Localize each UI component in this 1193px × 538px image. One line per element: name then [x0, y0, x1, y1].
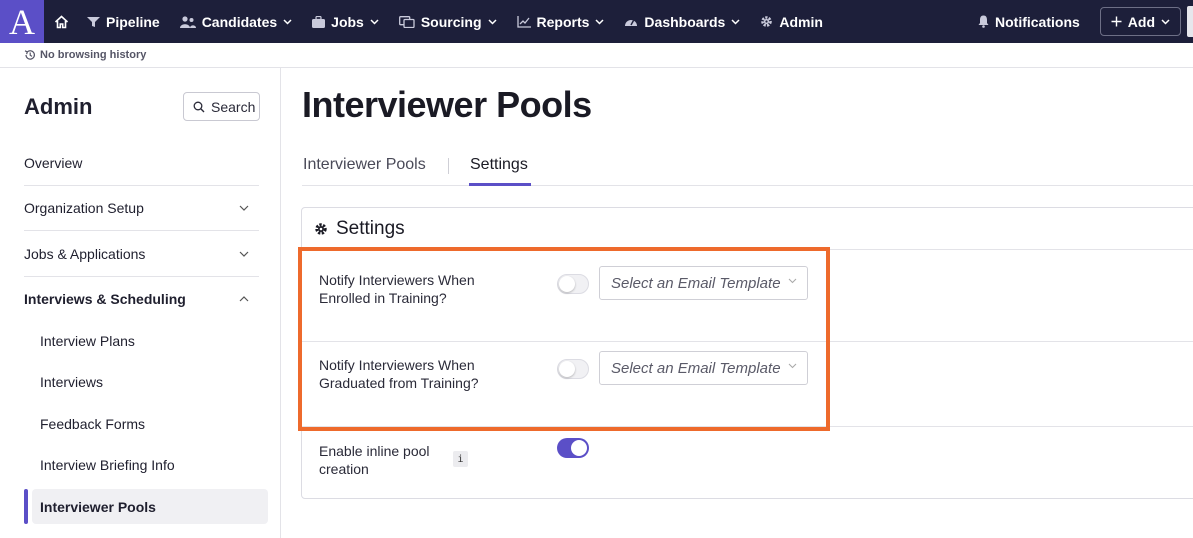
inline-pool-creation-label: Enable inline pool creation — [319, 443, 430, 477]
sidebar-search-label: Search — [211, 98, 256, 115]
nav-dashboards[interactable]: Dashboards — [614, 0, 750, 43]
nav-admin[interactable]: Admin — [750, 0, 833, 43]
notifications-label: Notifications — [995, 13, 1080, 30]
page-title: Interviewer Pools — [302, 84, 592, 125]
briefcase-icon — [312, 15, 326, 28]
nav-pipeline-label: Pipeline — [106, 13, 160, 30]
chevron-down-icon — [370, 18, 379, 25]
settings-card-header: Settings — [302, 208, 1193, 250]
nav-sourcing[interactable]: Sourcing — [389, 0, 507, 43]
sidebar-subitem-interviews[interactable]: Interviews — [40, 374, 103, 390]
sidebar-divider — [24, 185, 259, 186]
nav-sourcing-label: Sourcing — [420, 13, 482, 30]
search-icon — [193, 101, 205, 112]
app-logo[interactable]: A — [0, 0, 44, 43]
home-icon — [54, 14, 69, 28]
funnel-icon — [87, 16, 100, 27]
nav-jobs-label: Jobs — [331, 13, 364, 30]
gear-icon — [761, 16, 773, 27]
nav-reports-label: Reports — [536, 13, 590, 30]
sidebar-item-label: Overview — [24, 155, 83, 171]
sidebar-title: Admin — [24, 94, 93, 119]
browsing-history-bar[interactable]: No browsing history — [0, 43, 1193, 68]
top-nav-bar: A Pipeline Candidates Jobs Sourcing Repo… — [0, 0, 1193, 43]
sourcing-icon — [398, 15, 415, 28]
chart-icon — [516, 15, 531, 28]
nav-reports[interactable]: Reports — [507, 0, 615, 43]
add-label: Add — [1127, 13, 1155, 30]
sidebar-divider — [24, 230, 259, 231]
sidebar-active-indicator — [24, 489, 28, 524]
gear-icon — [315, 222, 327, 235]
bell-icon — [978, 15, 989, 28]
sidebar-subitem-feedback-forms[interactable]: Feedback Forms — [40, 416, 145, 432]
history-icon — [24, 50, 35, 60]
tab-interviewer-pools[interactable]: Interviewer Pools — [303, 156, 426, 174]
sidebar-subitem-interview-briefing-info[interactable]: Interview Briefing Info — [40, 457, 175, 473]
chevron-down-icon — [731, 18, 740, 25]
chevron-down-icon — [595, 18, 604, 25]
nav-candidates-label: Candidates — [201, 13, 278, 30]
chevron-down-icon — [239, 251, 249, 257]
nav-candidates[interactable]: Candidates — [170, 0, 302, 43]
chevron-down-icon — [487, 18, 497, 25]
sidebar-divider — [24, 276, 259, 277]
sidebar-item-label: Organization Setup — [24, 200, 144, 216]
nav-dashboards-label: Dashboards — [644, 13, 726, 30]
sidebar-subitem-interviewer-pools[interactable]: Interviewer Pools — [40, 499, 156, 515]
sidebar-search-button[interactable]: Search — [183, 92, 260, 121]
chevron-down-icon — [283, 18, 292, 25]
history-text: No browsing history — [40, 49, 147, 61]
admin-sidebar: Admin Search Overview Organization Setup… — [0, 68, 281, 538]
add-button[interactable]: Add — [1099, 7, 1181, 36]
home-button[interactable] — [44, 0, 77, 43]
nav-admin-label: Admin — [779, 13, 823, 30]
sidebar-item-label: Interviews & Scheduling — [24, 291, 186, 307]
plus-icon — [1111, 16, 1122, 27]
annotation-highlight-box — [298, 247, 830, 431]
sidebar-item-interviews-scheduling[interactable]: Interviews & Scheduling — [24, 291, 259, 307]
inline-pool-creation-toggle[interactable] — [557, 438, 589, 458]
tab-settings[interactable]: Settings — [470, 156, 528, 174]
side-panel-tab[interactable] — [1187, 6, 1193, 37]
sidebar-item-jobs-applications[interactable]: Jobs & Applications — [24, 246, 259, 262]
sidebar-item-overview[interactable]: Overview — [24, 155, 259, 171]
sidebar-subitem-interview-plans[interactable]: Interview Plans — [40, 333, 135, 349]
settings-card-title: Settings — [336, 217, 405, 239]
chevron-down-icon — [1161, 18, 1170, 25]
chevron-down-icon — [239, 205, 249, 211]
chevron-up-icon — [239, 296, 249, 302]
tab-divider — [448, 158, 449, 174]
toggle-knob — [571, 440, 587, 456]
info-icon[interactable]: i — [453, 451, 468, 467]
gauge-icon — [625, 19, 638, 26]
nav-pipeline[interactable]: Pipeline — [77, 0, 170, 43]
sidebar-item-label: Jobs & Applications — [24, 246, 146, 262]
active-tab-underline — [469, 183, 531, 186]
people-icon — [179, 15, 196, 28]
tab-bar: Interviewer Pools Settings — [302, 150, 1193, 186]
sidebar-item-organization-setup[interactable]: Organization Setup — [24, 200, 259, 216]
notifications-button[interactable]: Notifications — [968, 0, 1090, 43]
nav-jobs[interactable]: Jobs — [302, 0, 389, 43]
